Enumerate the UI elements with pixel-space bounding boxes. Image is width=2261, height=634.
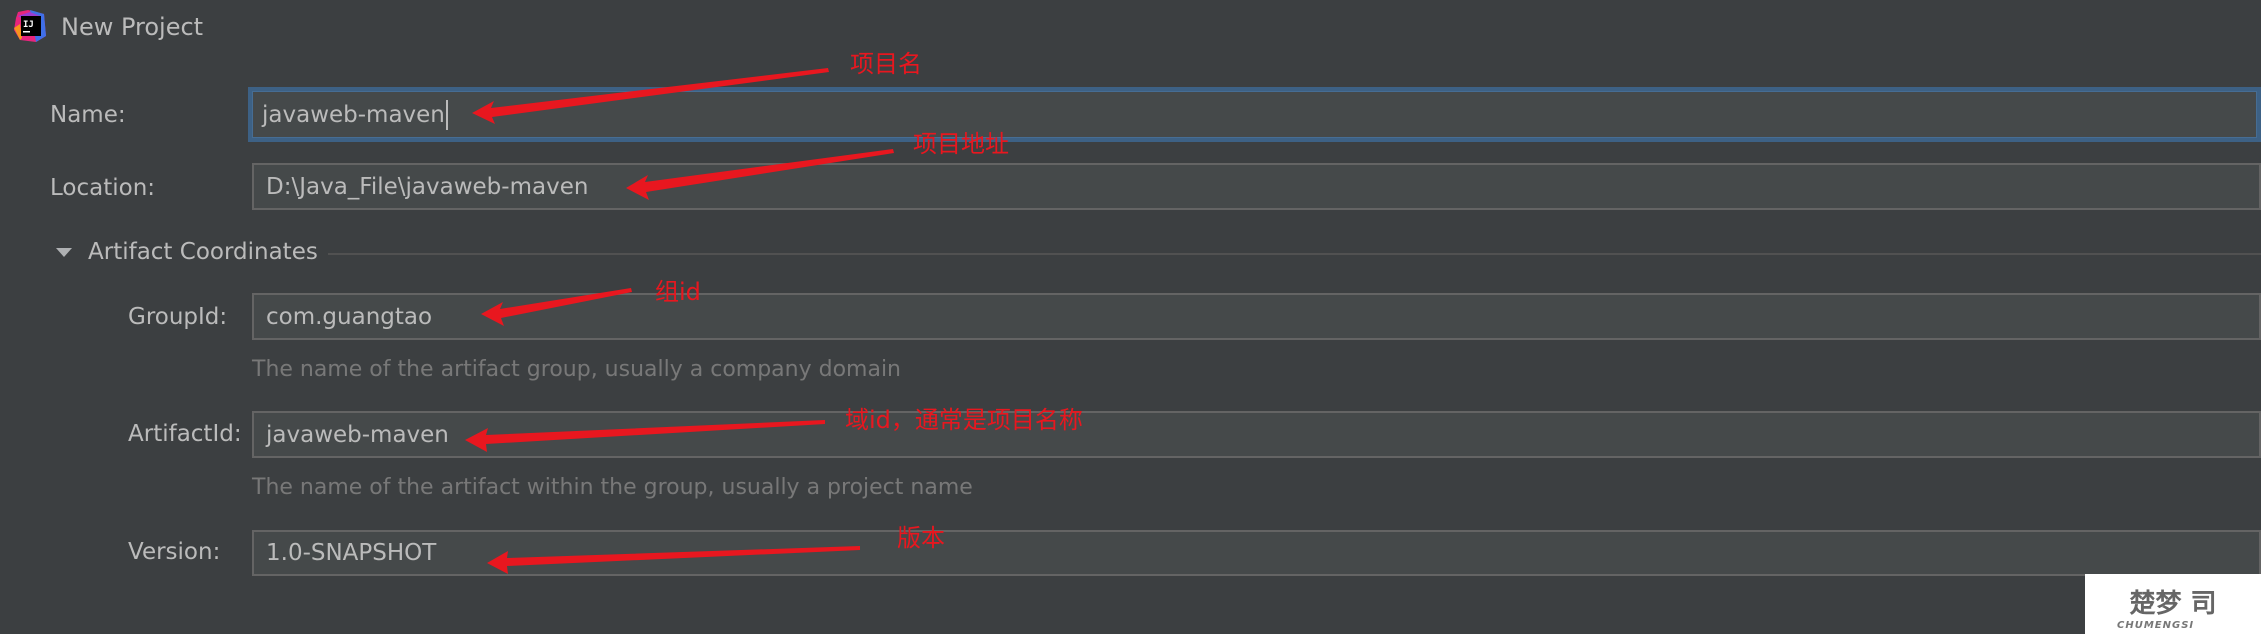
svg-text:IJ: IJ (23, 20, 34, 30)
name-input-value: javaweb-maven (262, 101, 445, 128)
section-divider (328, 253, 2261, 255)
watermark-logo: 楚梦 司 CHUMENGSI (2085, 574, 2261, 634)
watermark-mark: 楚梦 司 (2129, 589, 2217, 619)
annotation-label-name: 项目名 (850, 50, 922, 78)
name-input[interactable]: javaweb-maven (248, 87, 2261, 142)
name-label: Name: (50, 102, 126, 128)
title-bar: IJ New Project (0, 0, 2261, 56)
annotation-label-artifact-id: 域id，通常是项目名称 (845, 406, 1083, 434)
artifact-coordinates-title: Artifact Coordinates (88, 239, 318, 265)
artifact-coordinates-toggle[interactable]: Artifact Coordinates (56, 238, 318, 266)
location-input-value: D:\Java_File\javaweb-maven (266, 173, 589, 200)
artifact-id-label: ArtifactId: (128, 421, 242, 447)
watermark-text: CHUMENGSI (2117, 620, 2195, 631)
window-title: New Project (61, 13, 204, 41)
version-label: Version: (128, 539, 221, 565)
artifact-id-input[interactable]: javaweb-maven (252, 411, 2261, 458)
location-label: Location: (50, 175, 156, 201)
artifact-id-input-value: javaweb-maven (266, 421, 449, 448)
annotation-label-location: 项目地址 (913, 130, 1009, 158)
text-caret (445, 99, 448, 130)
group-id-input[interactable]: com.guangtao (252, 293, 2261, 340)
version-input-value: 1.0-SNAPSHOT (266, 540, 437, 566)
intellij-idea-logo-icon: IJ (14, 10, 46, 42)
location-input[interactable]: D:\Java_File\javaweb-maven (252, 163, 2261, 210)
group-id-help-text: The name of the artifact group, usually … (252, 357, 901, 382)
artifact-id-help-text: The name of the artifact within the grou… (252, 475, 973, 500)
version-input[interactable]: 1.0-SNAPSHOT (252, 530, 2261, 576)
collapse-triangle-icon (56, 247, 72, 257)
group-id-label: GroupId: (128, 304, 228, 330)
annotation-label-group-id: 组id (655, 278, 701, 306)
annotation-label-version: 版本 (897, 524, 945, 552)
group-id-input-value: com.guangtao (266, 303, 433, 330)
